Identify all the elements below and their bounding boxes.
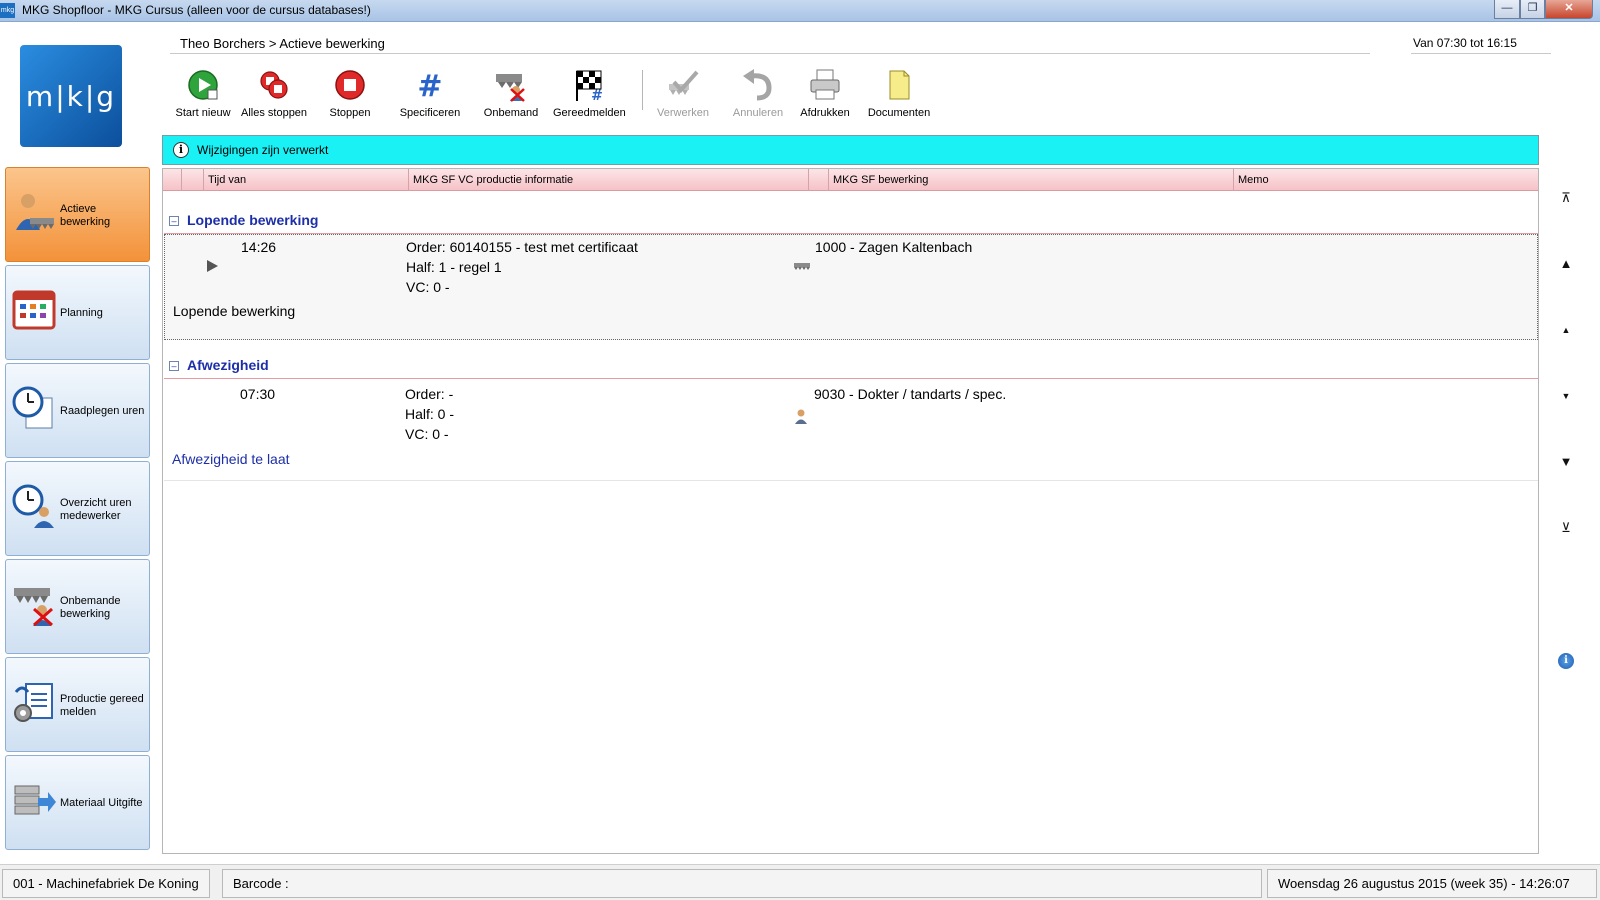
row-separator: [164, 480, 1538, 481]
stop-button[interactable]: Stoppen: [325, 68, 375, 124]
stop-all-icon: [260, 71, 288, 99]
row-half: Half: 1 - regel 1: [406, 259, 502, 275]
group-title-running[interactable]: Lopende bewerking: [187, 212, 318, 228]
gear-document-icon: [14, 683, 53, 722]
maximize-icon[interactable]: ❐: [1520, 0, 1545, 19]
column-operation[interactable]: MKG SF bewerking: [828, 169, 1233, 191]
info-icon[interactable]: i: [1558, 653, 1574, 669]
column-production-info[interactable]: MKG SF VC productie informatie: [408, 169, 808, 191]
breadcrumb: Theo Borchers > Actieve bewerking: [180, 36, 385, 51]
scroll-up-icon[interactable]: ▲: [1551, 317, 1581, 343]
play-icon: [188, 70, 218, 100]
start-new-button[interactable]: Start nieuw: [175, 68, 231, 124]
row-note: Lopende bewerking: [173, 303, 296, 319]
hash-icon: #: [417, 69, 442, 102]
breadcrumb-divider: [170, 53, 1370, 54]
scroll-page-up-icon[interactable]: ▲: [1551, 251, 1581, 277]
group-underline: [164, 378, 1538, 379]
mkg-logo: m|k|g: [20, 45, 122, 147]
barcode-field[interactable]: Barcode :: [222, 869, 1262, 898]
datetime-panel: Woensdag 26 augustus 2015 (week 35) - 14…: [1267, 869, 1597, 898]
svg-text:#: #: [417, 69, 442, 102]
table-row[interactable]: 14:26 Order: 60140155 - test met certifi…: [164, 234, 1538, 340]
saw-no-worker-icon: [496, 74, 525, 102]
sidebar-item-worker-hours-overview[interactable]: Overzicht uren medewerker: [5, 461, 150, 556]
column-memo[interactable]: Memo: [1233, 169, 1538, 191]
clock-document-icon: [12, 386, 53, 429]
info-message: Wijzigingen zijn verwerkt: [197, 143, 329, 157]
row-time: 14:26: [241, 239, 277, 255]
calendar-icon: [12, 290, 56, 330]
time-range-divider: [1411, 53, 1551, 54]
sidebar-item-material-issue[interactable]: Materiaal Uitgifte: [5, 755, 150, 850]
printer-icon: [810, 69, 840, 100]
window-title: MKG Shopfloor - MKG Cursus (alleen voor …: [22, 3, 371, 17]
row-time: 07:30: [240, 386, 276, 402]
column-indicator[interactable]: [181, 169, 203, 191]
row-operation: 1000 - Zagen Kaltenbach: [815, 239, 973, 255]
undo-icon: [743, 69, 772, 101]
row-operation: 9030 - Dokter / tandarts / spec.: [814, 386, 1007, 402]
app-icon: mkg: [0, 3, 15, 18]
material-stack-icon: [14, 785, 56, 815]
time-range: Van 07:30 tot 16:15: [1413, 36, 1517, 50]
documents-button[interactable]: Documenten: [864, 68, 934, 124]
scroll-page-down-icon[interactable]: ▼: [1551, 449, 1581, 475]
person-icon: [795, 409, 807, 424]
row-vc: VC: 0 -: [405, 426, 449, 442]
play-arrow-icon: [207, 260, 218, 272]
stop-icon: [335, 70, 365, 100]
title-bar: mkg MKG Shopfloor - MKG Cursus (alleen v…: [0, 0, 1600, 22]
scroll-down-icon[interactable]: ▼: [1551, 383, 1581, 409]
checkered-flag-icon: #: [576, 70, 603, 102]
unattended-button[interactable]: Onbemand: [483, 68, 539, 124]
row-order: Order: 60140155 - test met certificaat: [406, 239, 638, 255]
close-icon[interactable]: ✕: [1545, 0, 1593, 19]
row-half: Half: 0 -: [405, 406, 455, 422]
document-icon: [889, 70, 910, 100]
group-collapse-toggle[interactable]: –: [169, 216, 179, 226]
sidebar-item-active-operation[interactable]: Actieve bewerking: [5, 167, 150, 262]
column-spacer[interactable]: [808, 169, 828, 191]
sidebar-item-consult-hours[interactable]: Raadplegen uren: [5, 363, 150, 458]
cancel-button[interactable]: Annuleren: [730, 68, 786, 124]
group-title-absence[interactable]: Afwezigheid: [187, 357, 269, 373]
company-panel: 001 - Machinefabriek De Koning: [2, 869, 210, 898]
row-vc: VC: 0 -: [406, 279, 450, 295]
operations-grid: Tijd van MKG SF VC productie informatie …: [162, 168, 1539, 854]
print-button[interactable]: Afdrukken: [798, 68, 852, 124]
check-saw-icon: [669, 70, 699, 95]
scroll-bottom-icon[interactable]: ⊻: [1551, 515, 1581, 541]
scroll-top-icon[interactable]: ⊼: [1551, 185, 1581, 211]
svg-text:#: #: [591, 88, 603, 102]
group-collapse-toggle[interactable]: –: [169, 361, 179, 371]
specify-button[interactable]: # Specificeren: [397, 68, 463, 124]
stop-all-button[interactable]: Alles stoppen: [241, 68, 307, 124]
status-bar: 001 - Machinefabriek De Koning Barcode :…: [0, 864, 1600, 900]
saw-icon: [794, 263, 810, 270]
sidebar-item-unattended-operation[interactable]: Onbemande bewerking: [5, 559, 150, 654]
clock-worker-icon: [12, 484, 54, 528]
info-icon: i: [173, 142, 189, 158]
process-button[interactable]: Verwerken: [654, 68, 712, 124]
saw-no-worker-icon: [14, 588, 53, 626]
column-time-from[interactable]: Tijd van: [203, 169, 408, 191]
row-note-absence-late: Afwezigheid te laat: [172, 451, 290, 467]
sidebar-item-planning[interactable]: Planning: [5, 265, 150, 360]
sidebar: Actieve bewerking Planning Raadplegen ur…: [5, 167, 150, 853]
toolbar-separator: [642, 70, 643, 110]
grid-header: Tijd van MKG SF VC productie informatie …: [163, 169, 1538, 191]
sidebar-item-production-finished[interactable]: Productie gereed melden: [5, 657, 150, 752]
minimize-icon[interactable]: —: [1494, 0, 1520, 19]
finish-button[interactable]: # Gereedmelden: [553, 68, 626, 124]
row-order: Order: -: [405, 386, 454, 402]
worker-saw-icon: [16, 194, 54, 230]
info-bar: i Wijzigingen zijn verwerkt: [162, 135, 1539, 165]
